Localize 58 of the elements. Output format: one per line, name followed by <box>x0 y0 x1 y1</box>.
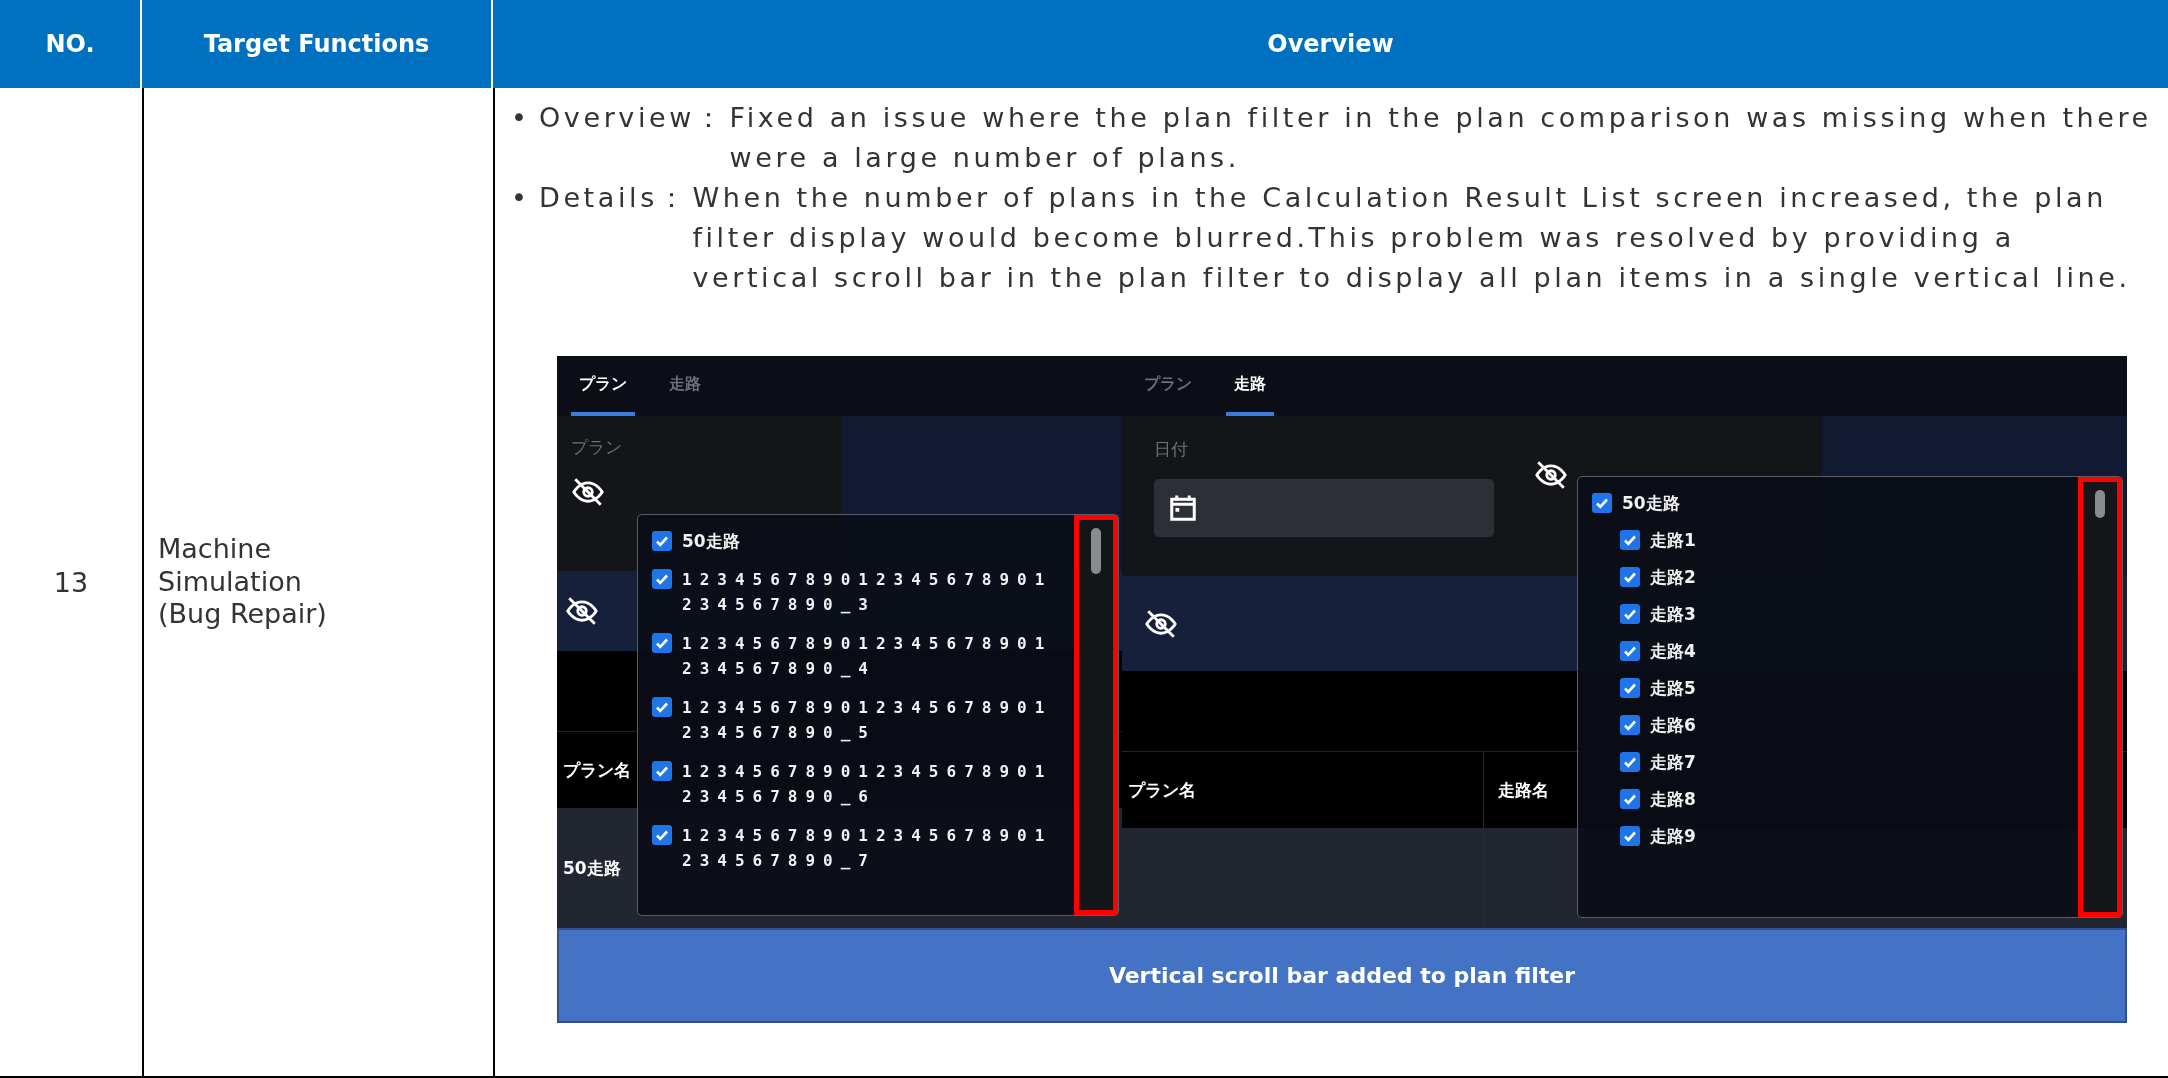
checkbox[interactable] <box>1620 715 1640 735</box>
filter-option-label: 50走路 <box>1622 492 1680 515</box>
bullet-text: Fixed an issue where the plan filter in the plan comparison was missing when there were a large number of plans. <box>729 101 2152 175</box>
checkbox[interactable] <box>652 697 672 717</box>
checkbox[interactable] <box>652 825 672 845</box>
filter-option-label: 123456789012345678901234567890_4 <box>682 633 1054 680</box>
filter-option-label: 123456789012345678901234567890_3 <box>682 569 1054 616</box>
filter-option-label: 走路8 <box>1650 788 1696 811</box>
filter-option-label: 123456789012345678901234567890_7 <box>682 825 1054 872</box>
tab[interactable]: 走路 <box>661 356 709 416</box>
checkbox[interactable] <box>652 569 672 589</box>
filter-option-label: 50走路 <box>682 530 740 553</box>
bullet-text: When the number of plans in the Calculation Result List screen increased, the plan filter display would become blurred.This problem was resolved by providing a vertical scroll bar in the plan filter to display all plan items in a single vertical line. <box>692 181 2132 295</box>
target-function: Machine Simulation (Bug Repair) <box>158 533 327 631</box>
checkbox[interactable] <box>1620 530 1640 550</box>
filter-option-label: 走路3 <box>1650 603 1696 626</box>
checkbox[interactable] <box>652 531 672 551</box>
filter-label: プラン <box>571 436 623 459</box>
bullet: • <box>511 101 532 135</box>
filter-option-label: 走路7 <box>1650 751 1696 774</box>
bullet-label: Details： <box>539 181 689 215</box>
checkbox[interactable] <box>1620 567 1640 587</box>
checkbox[interactable] <box>652 761 672 781</box>
bullet: • <box>511 181 532 215</box>
scrollbar-thumb[interactable] <box>2095 490 2105 518</box>
checkbox[interactable] <box>1620 604 1640 624</box>
date-label: 日付 <box>1154 438 1189 461</box>
checkbox[interactable] <box>1620 789 1640 809</box>
scrollbar-thumb[interactable] <box>1091 528 1101 574</box>
date-field[interactable] <box>1154 479 1494 537</box>
filter-option-label: 走路9 <box>1650 825 1696 848</box>
calendar-icon[interactable] <box>1168 493 1198 523</box>
checkbox[interactable] <box>652 633 672 653</box>
eye-slash-icon[interactable] <box>565 594 599 628</box>
filter-option-label: 123456789012345678901234567890_6 <box>682 761 1054 808</box>
filter-option-label: 走路5 <box>1650 677 1696 700</box>
column-header: プラン名 <box>563 758 631 782</box>
checkbox[interactable] <box>1620 826 1640 846</box>
filter-option-label: 走路2 <box>1650 566 1696 589</box>
eye-slash-icon[interactable] <box>571 475 605 509</box>
filter-option-label: 走路6 <box>1650 714 1696 737</box>
checkbox[interactable] <box>1620 752 1640 772</box>
filter-option-label: 走路4 <box>1650 640 1696 663</box>
column-header: Target Functions <box>142 0 493 88</box>
filter-option-label: 123456789012345678901234567890_5 <box>682 697 1054 744</box>
checkbox[interactable] <box>1592 493 1612 513</box>
caption-bar: Vertical scroll bar added to plan filter <box>557 928 2127 1023</box>
checkbox[interactable] <box>1620 641 1640 661</box>
column-header: NO. <box>0 0 142 88</box>
table-cell: 50走路 <box>563 856 621 880</box>
filter-option-label: 走路1 <box>1650 529 1696 552</box>
row-number: 13 <box>53 566 89 598</box>
column-header: Overview <box>493 0 2168 88</box>
bullet-label: Overview： <box>539 101 726 135</box>
tab[interactable]: プラン <box>1136 356 1200 416</box>
eye-slash-icon[interactable] <box>1534 458 1568 492</box>
column-header: プラン名 <box>1128 778 1196 802</box>
checkbox[interactable] <box>1620 678 1640 698</box>
